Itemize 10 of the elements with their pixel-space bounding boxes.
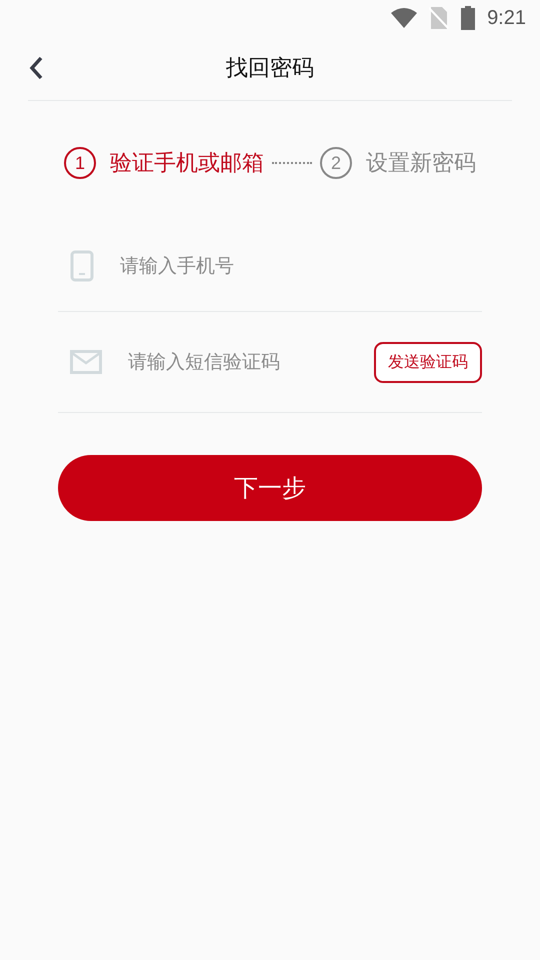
send-code-button[interactable]: 发送验证码	[374, 342, 482, 382]
step-number: 1	[64, 147, 96, 179]
step-number: 2	[320, 147, 352, 179]
phone-input[interactable]: 请输入手机号	[118, 254, 482, 278]
next-button[interactable]: 下一步	[58, 455, 482, 521]
page-title: 找回密码	[226, 55, 314, 83]
step-label: 验证手机或邮箱	[110, 150, 264, 178]
step-label: 设置新密码	[366, 150, 476, 178]
status-time: 9:21	[487, 6, 526, 30]
code-input[interactable]: 请输入短信验证码	[126, 350, 350, 374]
